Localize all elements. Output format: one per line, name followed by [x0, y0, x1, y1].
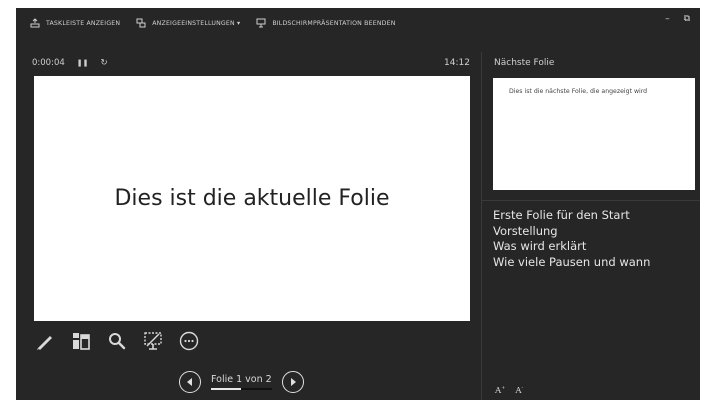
elapsed-time: 0:00:04: [32, 58, 65, 68]
notes-line: Erste Folie für den Start: [493, 208, 630, 222]
zoom-icon: [109, 333, 126, 350]
decrease-text-size-button[interactable]: A-: [515, 385, 523, 396]
show-taskbar-label: TASKLEISTE ANZEIGEN: [46, 19, 121, 27]
speaker-notes[interactable]: Erste Folie für den Start Vorstellung Wa…: [493, 208, 650, 270]
slide-progress-fill: [211, 388, 242, 390]
more-options-icon: [179, 331, 199, 351]
increase-text-size-button[interactable]: A+: [495, 385, 505, 396]
current-time: 14:12: [444, 58, 470, 68]
notes-line: Vorstellung: [493, 223, 558, 238]
slide-navigation: Folie 1 von 2: [179, 371, 304, 393]
next-slide-text: Dies ist die nächste Folie, die angezeig…: [509, 88, 648, 95]
minimize-button[interactable]: –: [665, 14, 670, 24]
current-slide-preview: Dies ist die aktuelle Folie: [34, 76, 470, 321]
pause-timer-button[interactable]: ❚❚: [77, 59, 89, 67]
show-taskbar-button[interactable]: TASKLEISTE ANZEIGEN: [30, 18, 120, 28]
zoom-slide-button[interactable]: [106, 330, 128, 352]
slide-counter[interactable]: Folie 1 von 2: [211, 374, 272, 390]
end-slideshow-icon: [256, 18, 266, 28]
black-screen-button[interactable]: [142, 330, 164, 352]
taskbar-icon: [30, 18, 40, 28]
slide-progress-bar: [211, 388, 272, 390]
reset-timer-button[interactable]: ↻: [101, 58, 108, 68]
next-slide-icon: [290, 378, 296, 386]
pen-tool-button[interactable]: [34, 330, 56, 352]
previous-slide-icon: [187, 378, 192, 386]
notes-text-size-controls: A+ A-: [495, 385, 523, 396]
display-settings-label: ANZEIGEEINSTELLUNGEN ▾: [152, 19, 241, 27]
next-slide-heading: Nächste Folie: [494, 58, 555, 68]
presenter-view-window: TASKLEISTE ANZEIGEN ANZEIGEEINSTELLUNGEN…: [16, 8, 700, 400]
display-settings-icon: [136, 18, 146, 28]
all-slides-icon: [73, 333, 90, 350]
black-screen-icon: [144, 332, 162, 350]
display-settings-button[interactable]: ANZEIGEEINSTELLUNGEN ▾: [136, 18, 240, 28]
pen-icon: [37, 336, 52, 350]
panel-divider: [481, 52, 482, 400]
end-slideshow-button[interactable]: BILDSCHIRMPRÄSENTATION BEENDEN: [256, 18, 395, 28]
next-slide-button[interactable]: [281, 371, 304, 393]
slide-counter-label: Folie 1 von 2: [211, 374, 272, 385]
next-slide-preview[interactable]: Dies ist die nächste Folie, die angezeig…: [493, 78, 695, 190]
end-slideshow-label: BILDSCHIRMPRÄSENTATION BEENDEN: [272, 19, 396, 27]
see-all-slides-button[interactable]: [70, 330, 92, 352]
notes-divider: [482, 200, 700, 201]
restore-button[interactable]: ⧉: [684, 14, 690, 24]
notes-line: Wie viele Pausen und wann: [493, 254, 651, 269]
presenter-toolbar: TASKLEISTE ANZEIGEN ANZEIGEEINSTELLUNGEN…: [16, 8, 700, 38]
window-controls: – ⧉: [665, 14, 690, 24]
previous-slide-button[interactable]: [179, 371, 201, 393]
current-slide-text: Dies ist die aktuelle Folie: [114, 186, 390, 211]
notes-line: Was wird erklärt: [493, 239, 587, 253]
timer-row: 0:00:04 ❚❚ ↻: [32, 58, 108, 68]
slide-tools: [34, 330, 200, 352]
more-options-button[interactable]: [178, 330, 200, 352]
